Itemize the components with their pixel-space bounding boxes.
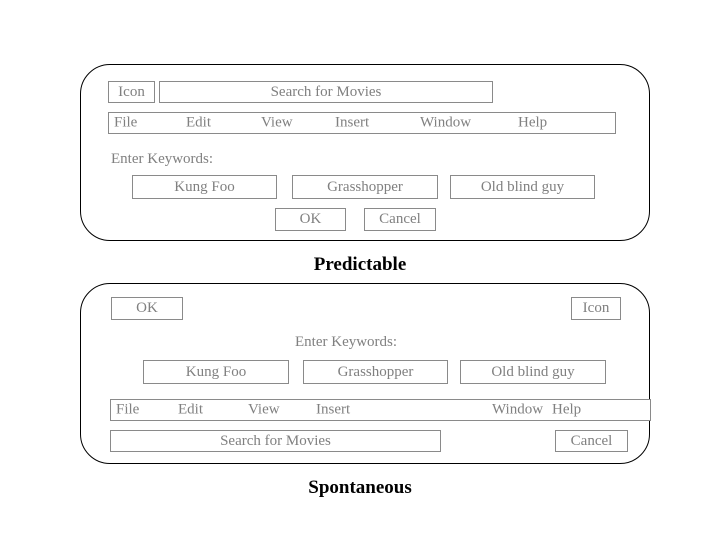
menu-item-file[interactable]: File (116, 402, 139, 418)
menu-item-edit[interactable]: Edit (178, 402, 203, 418)
menu-item-window[interactable]: Window (420, 115, 471, 131)
menu-item-window[interactable]: Window (492, 402, 543, 418)
search-for-movies-field[interactable]: Search for Movies (110, 430, 441, 452)
search-for-movies-field[interactable]: Search for Movies (159, 81, 493, 103)
enter-keywords-label: Enter Keywords: (295, 334, 398, 350)
menu-item-help[interactable]: Help (552, 402, 581, 418)
keyword-button-grasshopper[interactable]: Grasshopper (303, 360, 448, 384)
enter-keywords-label: Enter Keywords: (111, 151, 214, 167)
menu-item-view[interactable]: View (248, 402, 280, 418)
keyword-button-grasshopper[interactable]: Grasshopper (292, 175, 438, 199)
caption-predictable: Predictable (313, 254, 407, 275)
menu-item-insert[interactable]: Insert (335, 115, 369, 131)
menu-item-insert[interactable]: Insert (316, 402, 350, 418)
menu-bar: File Edit View Insert Window Help (108, 112, 616, 134)
keyword-button-old-blind-guy[interactable]: Old blind guy (460, 360, 606, 384)
cancel-button[interactable]: Cancel (364, 208, 436, 231)
menu-item-view[interactable]: View (261, 115, 293, 131)
menu-item-edit[interactable]: Edit (186, 115, 211, 131)
keyword-button-old-blind-guy[interactable]: Old blind guy (450, 175, 595, 199)
ok-button[interactable]: OK (111, 297, 183, 320)
icon-box[interactable]: Icon (571, 297, 621, 320)
keyword-button-kung-foo[interactable]: Kung Foo (143, 360, 289, 384)
icon-box[interactable]: Icon (108, 81, 155, 103)
menu-item-file[interactable]: File (114, 115, 137, 131)
keyword-button-kung-foo[interactable]: Kung Foo (132, 175, 277, 199)
cancel-button[interactable]: Cancel (555, 430, 628, 452)
menu-item-help[interactable]: Help (518, 115, 547, 131)
spontaneous-layout-panel: OK Icon Enter Keywords: Kung Foo Grassho… (80, 283, 651, 464)
predictable-layout-panel: Icon Search for Movies File Edit View In… (80, 64, 650, 241)
caption-spontaneous: Spontaneous (308, 477, 412, 498)
ok-button[interactable]: OK (275, 208, 346, 231)
menu-bar: File Edit View Insert Window Help (110, 399, 651, 421)
